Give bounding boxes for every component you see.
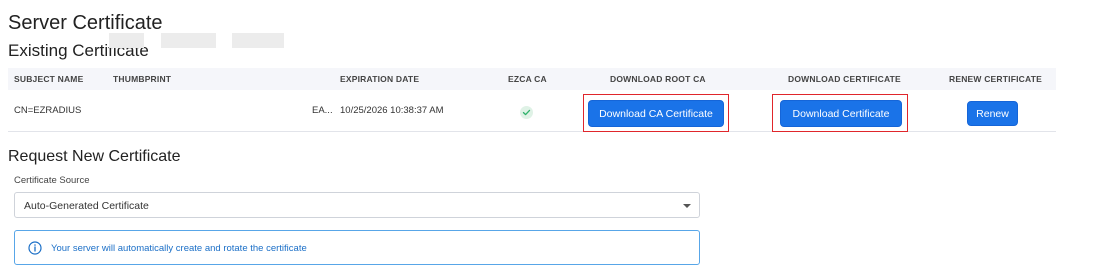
certificate-source-value: Auto-Generated Certificate (24, 200, 149, 212)
certificate-source-label: Certificate Source (14, 175, 90, 186)
header-expiration-date: EXPIRATION DATE (340, 74, 420, 84)
header-download-certificate: DOWNLOAD CERTIFICATE (788, 74, 901, 84)
certificate-source-select[interactable]: Auto-Generated Certificate (14, 192, 700, 218)
redacted-thumbprint-block (109, 33, 144, 48)
redacted-thumbprint-block (161, 33, 216, 48)
renew-button[interactable]: Renew (967, 101, 1018, 126)
thumbprint-cell: EA... (312, 105, 333, 116)
header-download-root-ca: DOWNLOAD ROOT CA (610, 74, 706, 84)
request-new-certificate-title: Request New Certificate (8, 148, 181, 165)
info-message: Your server will automatically create an… (51, 243, 307, 254)
check-circle-icon (520, 106, 533, 119)
header-thumbprint: THUMBPRINT (113, 74, 172, 84)
download-ca-certificate-button[interactable]: Download CA Certificate (588, 100, 724, 127)
download-certificate-button[interactable]: Download Certificate (780, 100, 902, 127)
redacted-thumbprint-block (232, 33, 284, 48)
header-renew-certificate: RENEW CERTIFICATE (949, 74, 1042, 84)
page-title: Server Certificate (8, 12, 163, 34)
subject-name-cell: CN=EZRADIUS (14, 105, 82, 116)
expiration-date-cell: 10/25/2026 10:38:37 AM (340, 105, 444, 116)
header-subject-name: SUBJECT NAME (14, 74, 84, 84)
chevron-down-icon (683, 204, 691, 208)
info-circle-icon (28, 241, 42, 260)
table-header: SUBJECT NAME THUMBPRINT EXPIRATION DATE … (8, 68, 1056, 90)
header-ezca-ca: EZCA CA (508, 74, 547, 84)
info-alert: Your server will automatically create an… (14, 230, 700, 265)
